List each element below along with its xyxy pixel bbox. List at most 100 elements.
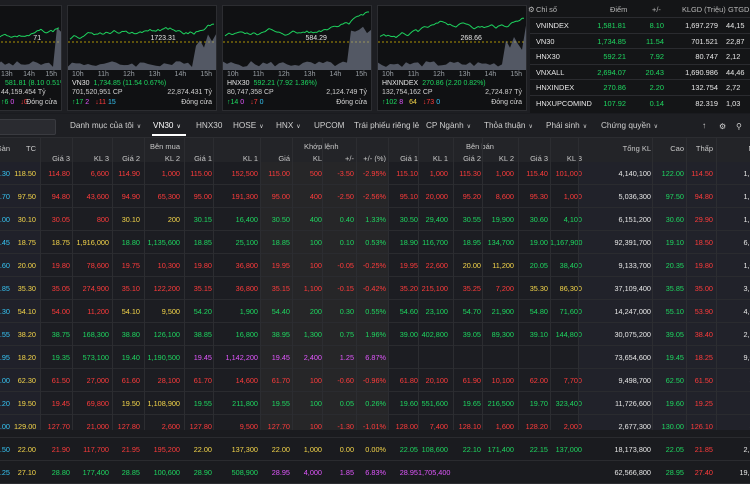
order-cell: 18.95 bbox=[453, 238, 481, 247]
table-row[interactable]: 20.5022.0021.90117,70021.95195,20022.001… bbox=[0, 438, 750, 461]
index-name: HNX30 bbox=[227, 80, 250, 87]
time-tick: 12h bbox=[278, 71, 290, 78]
order-cell: 18.75 bbox=[40, 238, 70, 247]
price-line-segment bbox=[434, 23, 436, 25]
gear-icon[interactable]: ⚙ bbox=[528, 5, 535, 14]
price-line-segment bbox=[339, 24, 341, 26]
order-cell: 30.55 bbox=[453, 215, 481, 224]
order-cell: 43,600 bbox=[72, 192, 109, 201]
price-line-segment bbox=[384, 34, 386, 36]
summary-row[interactable]: HNX30592.217.9280.7472,12 bbox=[530, 48, 750, 64]
summary-row[interactable]: VNINDEX1,581.818.101,697.27944,15 bbox=[530, 17, 750, 33]
foreign-buy: 2,210,000 bbox=[716, 330, 750, 339]
summary-row[interactable]: HNXINDEX270.862.20132.7542,72 bbox=[530, 79, 750, 95]
col-header[interactable]: Sàn bbox=[0, 144, 10, 153]
nav-tab[interactable]: VN30∨ bbox=[153, 121, 181, 130]
filter-icon[interactable]: ⚲ bbox=[736, 121, 742, 131]
match-cell: 95.00 bbox=[262, 192, 290, 201]
price-line-segment bbox=[321, 30, 323, 32]
price-line-segment bbox=[0, 36, 1, 37]
summary-col-header: Chỉ số bbox=[536, 5, 557, 14]
time-tick: 15h bbox=[355, 71, 367, 78]
col-header[interactable]: Cao bbox=[654, 144, 684, 153]
foreign-buy: 1,353,600 bbox=[716, 169, 750, 178]
summary-row[interactable]: HNXUPCOMINDEX107.920.1482.3191,03 bbox=[530, 95, 750, 111]
active-tab-underline bbox=[152, 134, 186, 136]
chart-card-vn30[interactable]: 1723.3110h11h12h13h14h15hVN301,734.85 (1… bbox=[67, 5, 217, 111]
match-cell: 1,300 bbox=[294, 330, 322, 339]
nav-tab[interactable]: Thỏa thuận∨ bbox=[484, 121, 533, 130]
col-header[interactable]: Tổng KL bbox=[585, 144, 651, 153]
chart-info-line2: 701,520,951 CP22,874.431 Tỷ bbox=[72, 89, 212, 96]
order-cell: 1,900 bbox=[213, 307, 258, 316]
chart-ref-label: 71 bbox=[33, 35, 41, 42]
market-nav-bar: Danh mục của tôi∨ VN30∨ HNX30 HOSE∨ HNX∨ UPCO… bbox=[0, 114, 750, 138]
price-line-segment bbox=[39, 29, 41, 30]
low-price: 19.25 bbox=[686, 399, 713, 408]
nav-tab[interactable]: Trái phiếu riêng lẻ bbox=[354, 121, 419, 130]
arrow-up-icon[interactable]: ↑ bbox=[702, 121, 706, 130]
summary-row[interactable]: VNXALL2,694.0720.431,690.98644,46 bbox=[530, 64, 750, 80]
match-cell: 1,000 bbox=[294, 445, 322, 454]
order-cell: 137,000 bbox=[550, 445, 582, 454]
price-line-segment bbox=[309, 32, 311, 33]
summary-row[interactable]: VN301,734.8511.54701.52122,87 bbox=[530, 33, 750, 49]
price-line-segment bbox=[104, 32, 106, 34]
nav-tab[interactable]: Danh mục của tôi∨ bbox=[70, 121, 141, 130]
summary-point: 1,581.81 bbox=[596, 21, 626, 30]
time-tick: 11h bbox=[253, 71, 264, 78]
nav-tab[interactable]: Chứng quyền∨ bbox=[601, 121, 658, 130]
price-line-segment bbox=[198, 31, 200, 32]
price-line-segment bbox=[482, 26, 484, 27]
summary-volume: 80.747 bbox=[680, 52, 718, 61]
price-line-segment bbox=[311, 32, 313, 33]
price-line-segment bbox=[150, 29, 152, 30]
order-cell: 274,900 bbox=[72, 284, 109, 293]
price-line-segment bbox=[275, 31, 277, 32]
chart-info-line3: ↑102864↓730Đóng cửa bbox=[382, 99, 522, 106]
order-cell: 21.95 bbox=[112, 445, 140, 454]
summary-change: 2.20 bbox=[634, 83, 664, 92]
order-cell: 171,400 bbox=[482, 445, 514, 454]
order-cell: 54.00 bbox=[40, 307, 70, 316]
column-divider bbox=[322, 138, 323, 430]
nav-tab[interactable]: HOSE∨ bbox=[233, 121, 264, 130]
chart-card-hnxindex[interactable]: 268.6610h11h12h13h14h15hHNXINDEX270.86 (… bbox=[377, 5, 527, 111]
table-row[interactable]: 25.2527.1028.80177,40028.85100,60028.905… bbox=[0, 461, 750, 484]
floor-price: 35.55 bbox=[0, 330, 10, 339]
summary-point: 2,694.07 bbox=[596, 68, 626, 77]
settings-icon[interactable]: ⚙ bbox=[719, 121, 726, 131]
price-line-segment bbox=[29, 34, 31, 36]
col-header[interactable]: NN mua bbox=[716, 144, 750, 153]
decliners-count: 7 bbox=[254, 99, 258, 106]
summary-volume: 1,690.986 bbox=[680, 68, 718, 77]
floor-price: 58.00 bbox=[0, 376, 10, 385]
col-header[interactable]: TC bbox=[14, 144, 36, 153]
nav-tab[interactable]: HNX∨ bbox=[276, 121, 301, 130]
nav-tab[interactable]: UPCOM bbox=[314, 121, 344, 130]
nav-tab[interactable]: HNX30 bbox=[196, 121, 222, 130]
price-line-segment bbox=[156, 29, 158, 31]
chart-card-hnx30[interactable]: 584.2910h11h12h13h14h15hHNX30592.21 (7.9… bbox=[222, 5, 372, 111]
nav-tab[interactable]: CP Ngành∨ bbox=[426, 121, 471, 130]
order-cell: 573,100 bbox=[72, 353, 109, 362]
column-divider bbox=[453, 138, 454, 430]
col-header[interactable]: Thấp bbox=[686, 144, 713, 153]
chart-card-vnindex[interactable]: 7113h14h15h581.81 (8.10 0.51%)44,159.454… bbox=[0, 5, 62, 111]
price-line-segment bbox=[289, 32, 291, 34]
nav-tab[interactable]: Phái sinh∨ bbox=[546, 121, 587, 130]
price-line-segment bbox=[327, 29, 329, 30]
summary-index-name: VN30 bbox=[536, 37, 592, 46]
time-tick: 14h bbox=[175, 71, 187, 78]
low-price: 29.90 bbox=[686, 215, 713, 224]
summary-col-header: +/- bbox=[652, 5, 661, 14]
column-divider bbox=[482, 138, 483, 430]
order-cell: 19.95 bbox=[388, 261, 418, 270]
market-status: Đóng cửa bbox=[26, 99, 57, 106]
match-cell: 2,400 bbox=[294, 353, 322, 362]
search-box[interactable] bbox=[0, 119, 56, 135]
price-line-segment bbox=[86, 33, 88, 35]
foreign-buy: 7,915 bbox=[716, 399, 750, 408]
price-line-segment bbox=[454, 26, 456, 27]
order-cell: 1,000 bbox=[482, 169, 514, 178]
